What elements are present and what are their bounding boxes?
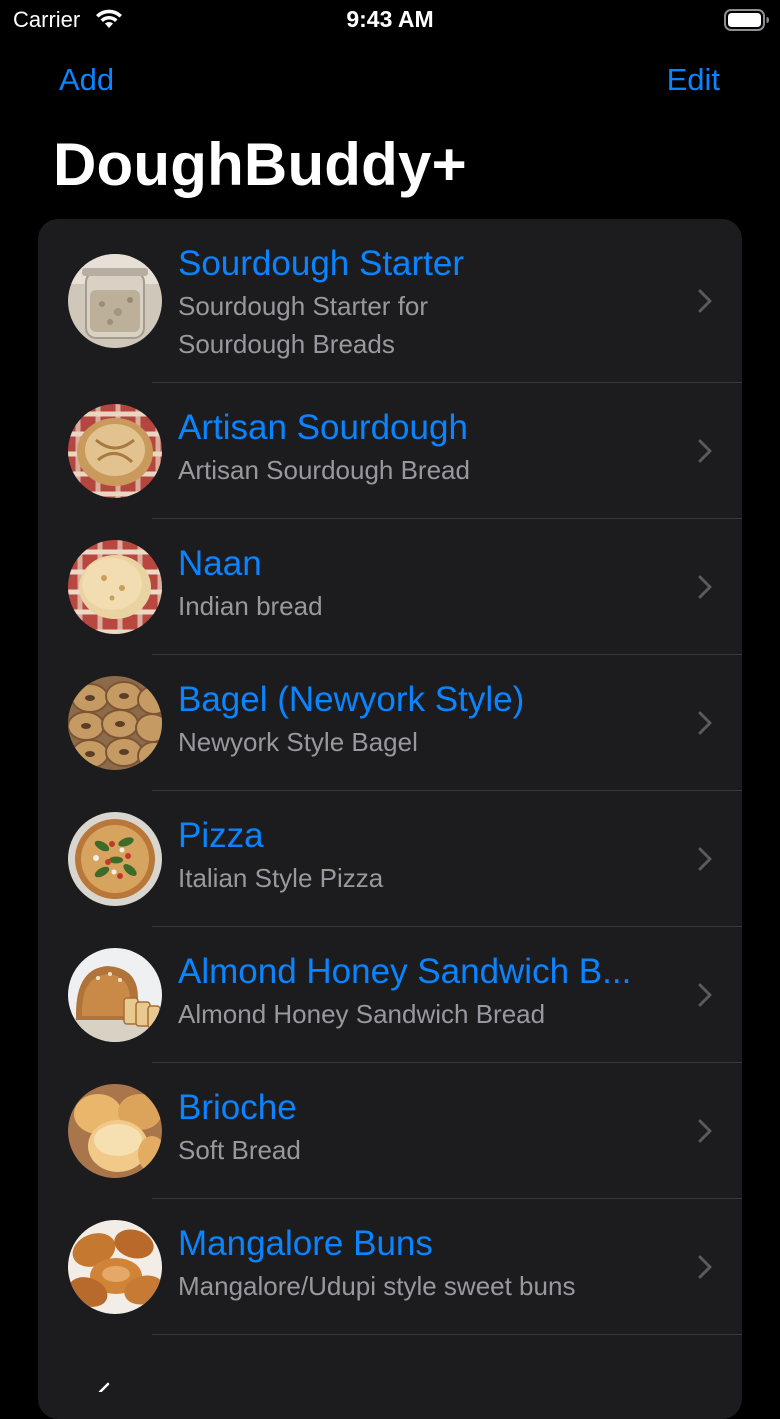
chevron-right-icon: [698, 847, 712, 871]
naan-thumbnail: [68, 540, 162, 634]
recipe-list: Sourdough Starter Sourdough Starter for …: [38, 219, 742, 1419]
recipe-subtitle: Newyork Style Bagel: [178, 727, 418, 757]
list-item[interactable]: Mangalore Buns Mangalore/Udupi style swe…: [38, 1199, 742, 1335]
recipe-title: Almond Honey Sandwich B...: [178, 952, 632, 991]
recipe-subtitle: Almond Honey Sandwich Bread: [178, 999, 546, 1029]
add-button[interactable]: Add: [59, 62, 114, 98]
sandwich-loaf-thumbnail: [68, 948, 162, 1042]
recipe-title: Bagel (Newyork Style): [178, 680, 525, 719]
recipe-subtitle: Soft Bread: [178, 1135, 301, 1165]
recipe-title: Artisan Sourdough: [178, 408, 468, 447]
recipe-subtitle: Indian bread: [178, 591, 323, 621]
battery-icon: [724, 8, 770, 32]
chevron-right-icon: [698, 1255, 712, 1279]
chevron-right-icon: [698, 439, 712, 463]
recipe-subtitle: Artisan Sourdough Bread: [178, 455, 470, 485]
partial-row-glyph: [96, 1379, 116, 1394]
recipe-subtitle: Sourdough Starter for Sourdough Breads: [178, 291, 429, 359]
chevron-right-icon: [698, 711, 712, 735]
list-item[interactable]: Naan Indian bread: [38, 519, 742, 655]
status-bar: Carrier 9:43 AM: [0, 0, 780, 44]
recipe-subtitle: Italian Style Pizza: [178, 863, 384, 893]
mangalore-buns-thumbnail: [68, 1220, 162, 1314]
recipe-title: Sourdough Starter: [178, 244, 465, 283]
artisan-loaf-thumbnail: [68, 404, 162, 498]
chevron-right-icon: [698, 1119, 712, 1143]
recipe-title: Brioche: [178, 1088, 297, 1127]
bagels-thumbnail: [68, 676, 162, 770]
recipe-title: Mangalore Buns: [178, 1224, 433, 1263]
chevron-right-icon: [698, 289, 712, 313]
list-item[interactable]: Brioche Soft Bread: [38, 1063, 742, 1199]
chevron-right-icon: [698, 983, 712, 1007]
brioche-thumbnail: [68, 1084, 162, 1178]
pizza-thumbnail: [68, 812, 162, 906]
status-time: 9:43 AM: [346, 6, 434, 32]
list-item[interactable]: Almond Honey Sandwich B... Almond Honey …: [38, 927, 742, 1063]
edit-button[interactable]: Edit: [667, 62, 720, 98]
list-item[interactable]: Artisan Sourdough Artisan Sourdough Brea…: [38, 383, 742, 519]
sourdough-starter-thumbnail: [68, 254, 162, 348]
chevron-right-icon: [698, 575, 712, 599]
list-item[interactable]: Pizza Italian Style Pizza: [38, 791, 742, 927]
list-item[interactable]: Bagel (Newyork Style) Newyork Style Bage…: [38, 655, 742, 791]
recipe-subtitle: Mangalore/Udupi style sweet buns: [178, 1271, 576, 1301]
page-title: DoughBuddy+: [53, 131, 467, 198]
recipe-title: Pizza: [178, 816, 264, 855]
list-item[interactable]: Sourdough Starter Sourdough Starter for …: [38, 219, 742, 383]
recipe-title: Naan: [178, 544, 262, 583]
